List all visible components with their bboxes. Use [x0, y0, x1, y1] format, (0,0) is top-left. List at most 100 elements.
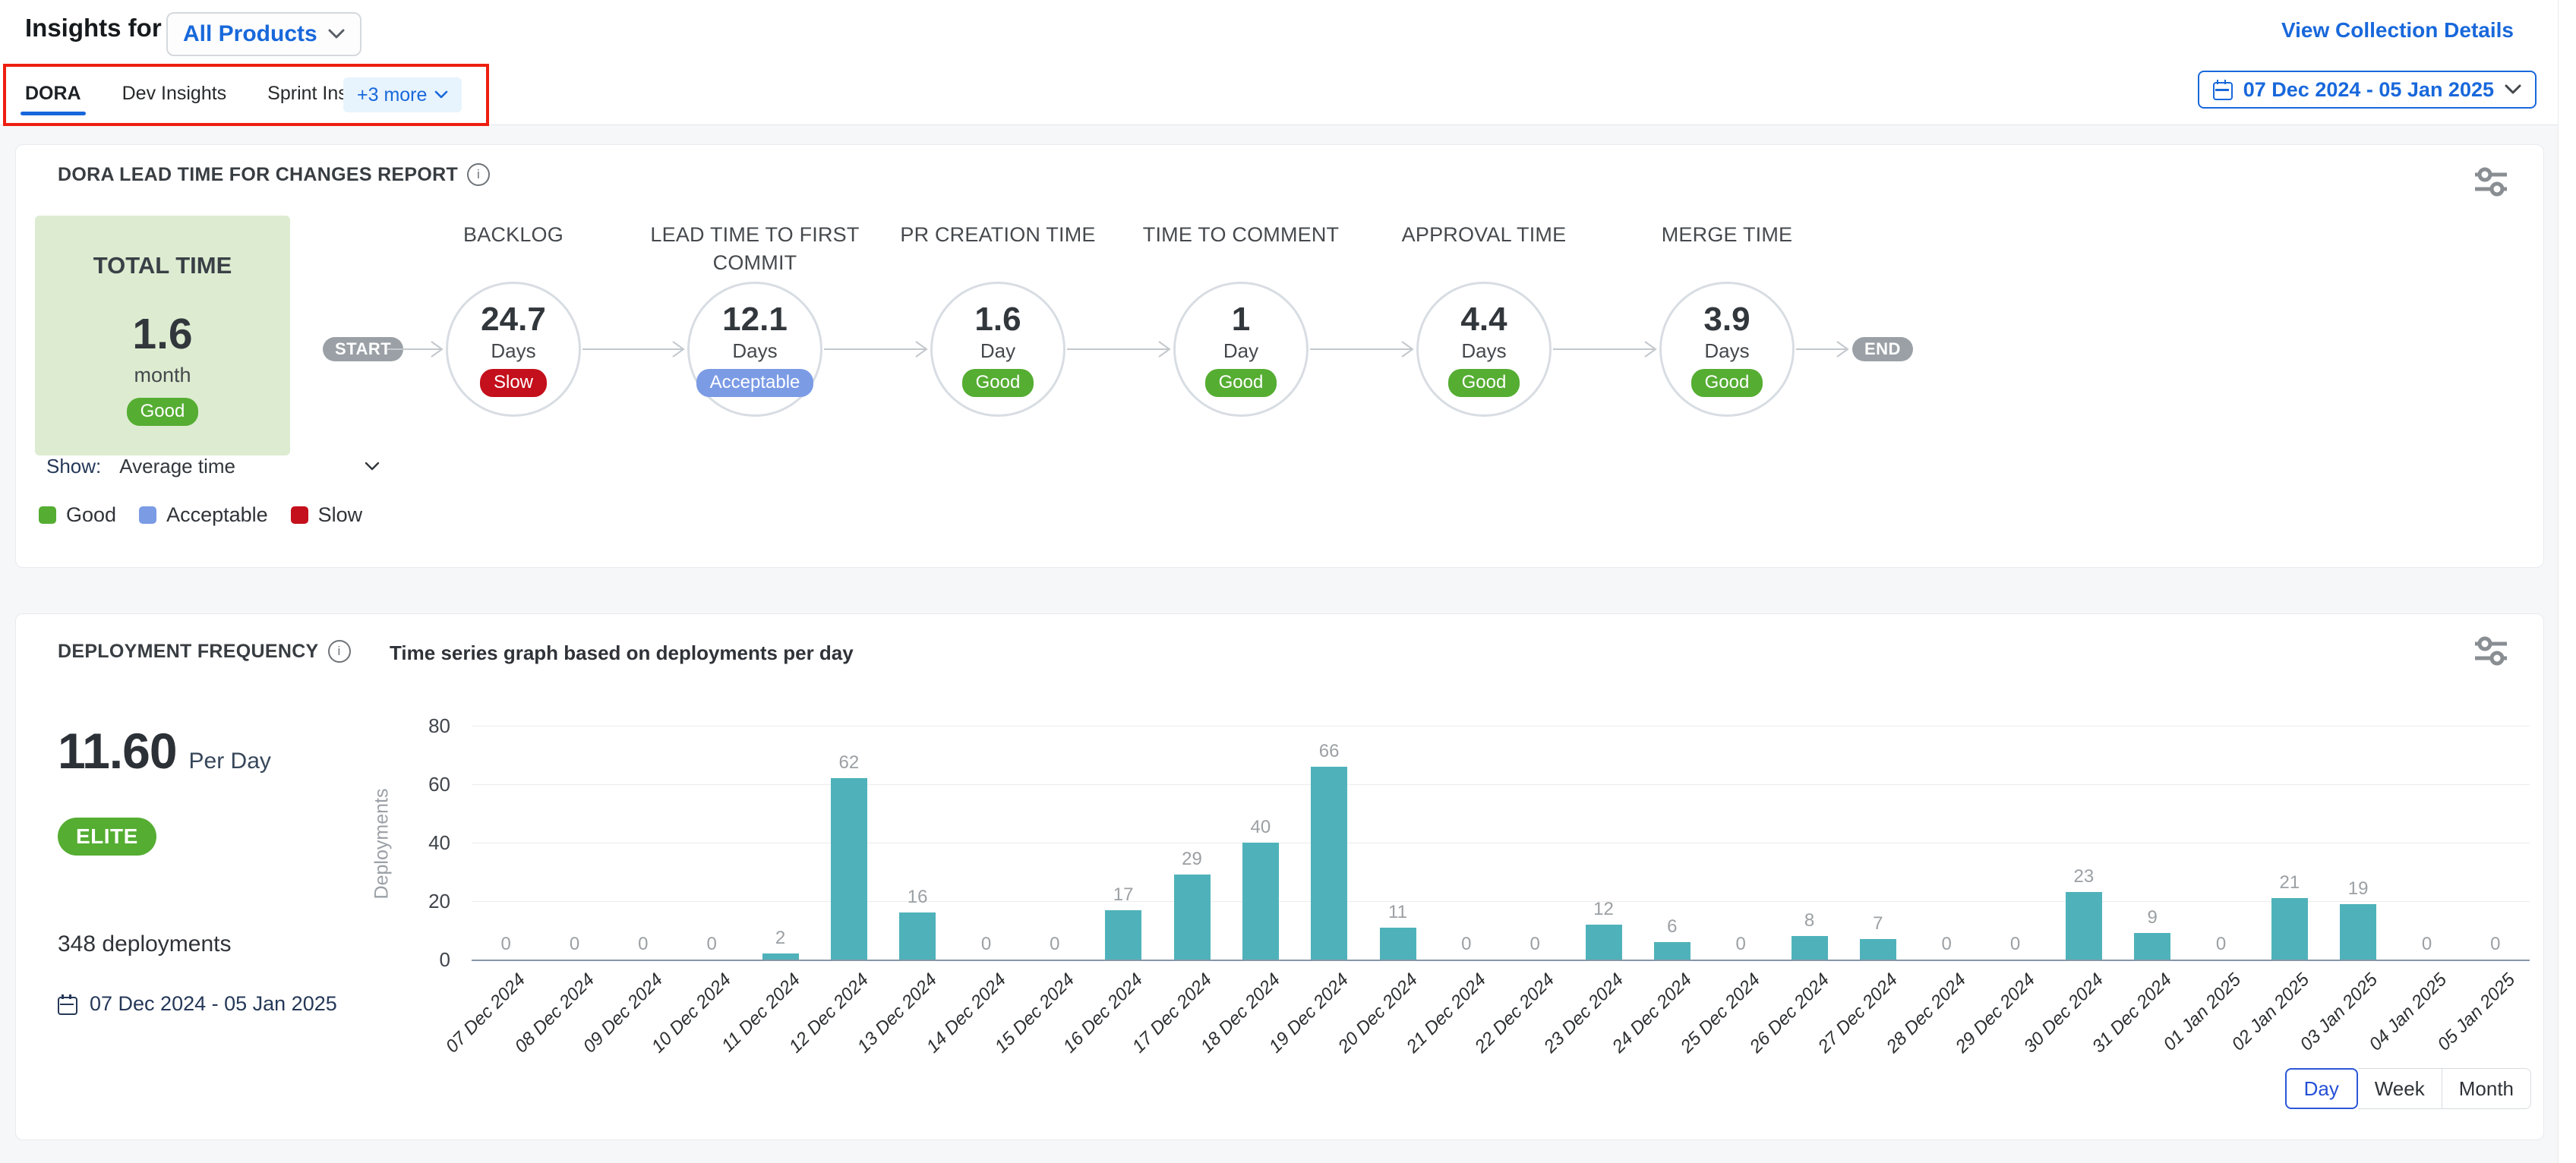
bar-value-label: 17: [1089, 884, 1157, 906]
x-tick-13-dec-2024: 13 Dec 2024: [819, 969, 942, 1092]
x-tick-01-jan-2025: 01 Jan 2025: [2123, 969, 2245, 1092]
deployment-frequency-card: DEPLOYMENT FREQUENCY i Time series graph…: [15, 613, 2544, 1140]
x-tick-09-dec-2024: 09 Dec 2024: [545, 969, 667, 1092]
bar-value-label: 0: [1501, 934, 1569, 955]
x-tick-20-dec-2024: 20 Dec 2024: [1299, 969, 1422, 1092]
bar-value-label: 0: [1432, 934, 1501, 955]
stage-value: 3.9: [1703, 301, 1750, 338]
bar-23-dec-2024: [1586, 925, 1622, 960]
stage-label-backlog: BACKLOG: [392, 221, 635, 249]
bar-value-label: 8: [1776, 910, 1844, 931]
deployment-rate-value: 11.60: [58, 722, 177, 780]
bar-value-label: 7: [1844, 913, 1912, 934]
bar-value-label: 62: [815, 752, 883, 774]
chevron-down-icon: [328, 29, 345, 39]
bar-value-label: 12: [1570, 899, 1638, 920]
deployment-date-range: 07 Dec 2024 - 05 Jan 2025: [58, 992, 337, 1016]
total-time-status-badge: Good: [127, 398, 199, 426]
chevron-down-icon: [365, 462, 380, 471]
bar-16-dec-2024: [1105, 910, 1141, 960]
lead-time-card-title: DORA LEAD TIME FOR CHANGES REPORT i: [58, 163, 490, 186]
stage-status-badge: Good: [1448, 369, 1520, 397]
stage-lead-time-to-first-commit: 12.1DaysAcceptable: [687, 282, 822, 417]
bar-value-label: 0: [1912, 934, 1981, 955]
stage-value: 1.6: [974, 301, 1021, 338]
bar-11-dec-2024: [762, 953, 799, 960]
stage-label-lead-time-to-first-commit: LEAD TIME TO FIRST COMMIT: [633, 221, 876, 277]
tab-dora[interactable]: DORA: [22, 67, 84, 120]
x-tick-10-dec-2024: 10 Dec 2024: [614, 969, 736, 1092]
x-tick-25-dec-2024: 25 Dec 2024: [1643, 969, 1765, 1092]
x-tick-14-dec-2024: 14 Dec 2024: [888, 969, 1010, 1092]
calendar-icon: [2213, 80, 2233, 99]
stage-approval-time: 4.4DaysGood: [1416, 282, 1552, 417]
bar-26-dec-2024: [1792, 936, 1828, 960]
granularity-month[interactable]: Month: [2442, 1068, 2531, 1109]
flow-arrow: [387, 339, 444, 359]
chart-settings-icon[interactable]: [2472, 635, 2510, 671]
product-selector-button[interactable]: All Products: [166, 12, 361, 56]
stage-unit: Days: [732, 339, 777, 363]
granularity-week[interactable]: Week: [2358, 1068, 2442, 1109]
deployment-rate: 11.60 Per Day: [58, 722, 271, 780]
y-tick-20: 20: [396, 890, 450, 913]
x-tick-16-dec-2024: 16 Dec 2024: [1025, 969, 1148, 1092]
stage-unit: Day: [980, 339, 1015, 363]
bar-value-label: 19: [2324, 878, 2392, 900]
x-tick-29-dec-2024: 29 Dec 2024: [1917, 969, 2039, 1092]
info-icon[interactable]: i: [328, 640, 351, 663]
granularity-day[interactable]: Day: [2285, 1068, 2358, 1109]
bar-value-label: 0: [1981, 934, 2050, 955]
stage-label-merge-time: MERGE TIME: [1605, 221, 1848, 249]
x-tick-15-dec-2024: 15 Dec 2024: [956, 969, 1078, 1092]
show-label: Show:: [46, 455, 101, 478]
bar-value-label: 21: [2256, 872, 2324, 894]
bar-value-label: 0: [952, 934, 1021, 955]
date-range-picker[interactable]: 07 Dec 2024 - 05 Jan 2025: [2198, 71, 2537, 109]
stage-status-badge: Good: [1691, 369, 1763, 397]
info-icon[interactable]: i: [467, 163, 490, 186]
total-time-card: TOTAL TIME 1.6 month Good: [35, 216, 290, 455]
stage-backlog: 24.7DaysSlow: [446, 282, 581, 417]
stage-unit: Day: [1223, 339, 1258, 363]
stage-unit: Days: [1461, 339, 1506, 363]
bar-value-label: 0: [541, 934, 609, 955]
legend-swatch-slow: [291, 506, 308, 524]
flow-end-node: END: [1852, 337, 1913, 361]
chart-settings-icon[interactable]: [2472, 166, 2510, 202]
gridline-y60: [472, 784, 2530, 785]
stage-value: 12.1: [722, 301, 788, 338]
flow-arrow: [1553, 339, 1657, 359]
bar-value-label: 16: [883, 887, 952, 908]
stage-label-pr-creation-time: PR CREATION TIME: [876, 221, 1119, 249]
chevron-down-icon: [2505, 84, 2521, 95]
more-tabs-button[interactable]: +3 more: [343, 77, 462, 112]
top-bar: Insights for All Products View Collectio…: [0, 0, 2576, 125]
stage-status-badge: Good: [962, 369, 1034, 397]
stage-label-approval-time: APPROVAL TIME: [1362, 221, 1605, 249]
legend-item-good: Good: [39, 503, 116, 527]
show-mode-dropdown[interactable]: Average time: [119, 455, 380, 478]
gridline-y20: [472, 901, 2530, 902]
flow-arrow: [582, 339, 685, 359]
bar-03-jan-2025: [2340, 904, 2376, 960]
flow-arrow: [1310, 339, 1414, 359]
stage-merge-time: 3.9DaysGood: [1659, 282, 1795, 417]
x-tick-24-dec-2024: 24 Dec 2024: [1574, 969, 1696, 1092]
view-collection-details-link[interactable]: View Collection Details: [2281, 18, 2514, 43]
tab-dev-insights[interactable]: Dev Insights: [119, 67, 230, 120]
bar-value-label: 0: [2187, 934, 2256, 955]
scrollbar-track[interactable]: [2558, 0, 2576, 1163]
page-title: Insights for: [25, 14, 162, 43]
status-pill-good: Good: [1691, 369, 1763, 397]
deployment-rate-unit: Per Day: [189, 749, 271, 774]
bar-value-label: 66: [1295, 741, 1363, 762]
deployment-card-title: DEPLOYMENT FREQUENCY i: [58, 640, 351, 663]
x-tick-18-dec-2024: 18 Dec 2024: [1162, 969, 1284, 1092]
granularity-toggle: DayWeekMonth: [2285, 1068, 2531, 1109]
flow-arrow: [1067, 339, 1171, 359]
bar-value-label: 2: [747, 928, 815, 949]
tab-list: DORADev InsightsSprint Insights: [22, 67, 391, 120]
status-pill-slow: Slow: [480, 369, 547, 397]
bar-value-label: 6: [1638, 916, 1706, 938]
